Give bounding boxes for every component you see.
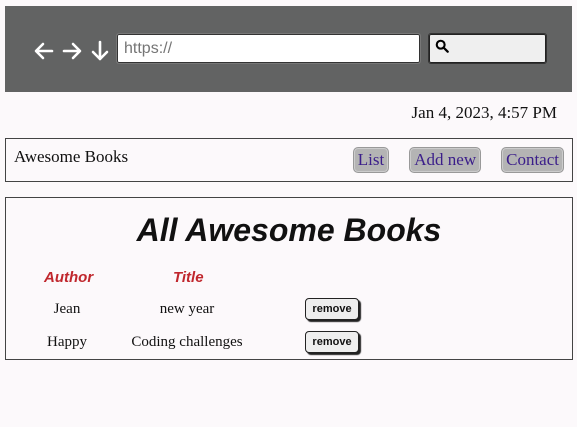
book-author: Jean [53,301,81,317]
url-input[interactable]: https:// [116,33,421,64]
search-icon [435,39,449,58]
books-section: All Awesome Books Author Title Jean new … [5,197,573,360]
datetime-text: Jan 4, 2023, 4:57 PM [411,103,557,122]
nav-list-link[interactable]: List [352,147,390,173]
remove-button[interactable]: remove [305,298,359,320]
brand-title: Awesome Books [14,147,129,166]
browser-toolbar: https:// [5,6,572,92]
arrow-right-icon[interactable] [60,39,84,63]
site-header: Awesome Books List Add new Contact [5,138,573,182]
search-button[interactable] [428,33,547,64]
book-title: new year [159,301,215,317]
book-title: Coding challenges [131,334,243,350]
arrow-down-icon[interactable] [88,39,112,63]
nav-add-new-link[interactable]: Add new [409,147,482,173]
remove-button[interactable]: remove [305,331,359,353]
nav-links: List Add new Contact [352,147,564,173]
book-author: Happy [47,334,87,350]
arrow-left-icon[interactable] [32,39,56,63]
author-column-header: Author [44,269,94,286]
nav-icons [32,39,112,63]
title-column-header: Title [173,269,204,286]
url-placeholder: https:// [124,39,173,57]
page-title: All Awesome Books [136,212,442,248]
nav-contact-link[interactable]: Contact [501,147,564,173]
